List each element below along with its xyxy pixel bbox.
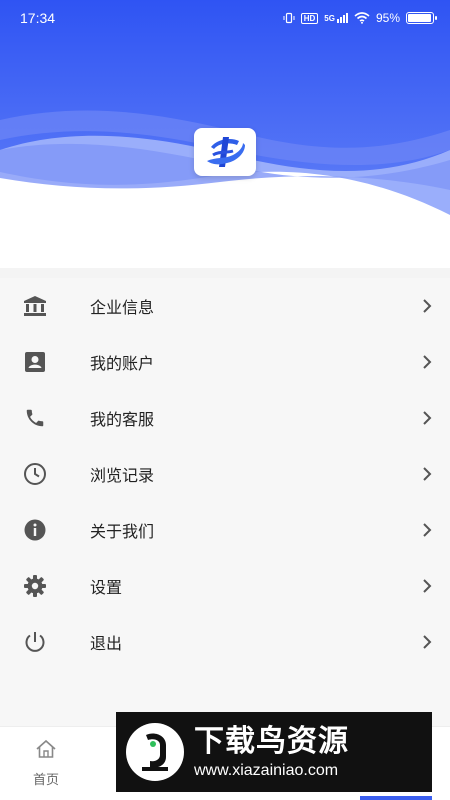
menu-item-label: 设置 — [90, 578, 123, 597]
app-logo-icon — [207, 137, 245, 167]
hd-badge: HD — [300, 12, 319, 24]
app-logo — [194, 128, 256, 176]
signal-icon: 5G — [324, 13, 348, 23]
watermark-url: www.xiazainiao.com — [194, 762, 339, 779]
chevron-right-icon — [420, 299, 434, 313]
bank-icon — [22, 293, 48, 319]
menu-item-customer-service[interactable]: 我的客服 — [0, 390, 450, 446]
clock-icon — [22, 461, 48, 487]
bird-logo-icon — [126, 723, 184, 781]
menu-item-about-us[interactable]: 关于我们 — [0, 502, 450, 558]
status-bar: 17:34 HD 5G 95% — [0, 0, 450, 36]
chevron-right-icon — [420, 523, 434, 537]
nav-active-indicator — [360, 796, 432, 800]
menu-item-label: 我的账户 — [90, 354, 155, 373]
status-icons: HD 5G 95% — [283, 11, 437, 25]
chevron-right-icon — [420, 411, 434, 425]
battery-icon — [406, 12, 437, 24]
watermark-title: 下载鸟资源 — [194, 724, 349, 759]
info-icon — [22, 517, 48, 543]
menu-item-logout[interactable]: 退出 — [0, 614, 450, 670]
battery-percent: 95% — [375, 11, 400, 25]
menu-item-browse-history[interactable]: 浏览记录 — [0, 446, 450, 502]
watermark-banner: 下载鸟资源 www.xiazainiao.com — [116, 712, 432, 792]
settings-menu: 企业信息 我的账户 我的客服 浏览记录 关于我们 设置 退出 — [0, 278, 450, 726]
menu-item-label: 退出 — [90, 634, 123, 653]
chevron-right-icon — [420, 355, 434, 369]
battery-fill — [408, 14, 431, 22]
status-time: 17:34 — [20, 10, 56, 26]
menu-item-settings[interactable]: 设置 — [0, 558, 450, 614]
chevron-right-icon — [420, 635, 434, 649]
account-icon — [22, 349, 48, 375]
home-icon — [36, 739, 56, 758]
menu-item-label: 我的客服 — [90, 410, 155, 429]
watermark-text: 下载鸟资源 www.xiazainiao.com — [194, 724, 349, 780]
menu-item-company-info[interactable]: 企业信息 — [0, 278, 450, 334]
chevron-right-icon — [420, 579, 434, 593]
menu-item-label: 浏览记录 — [90, 466, 155, 485]
menu-item-label: 企业信息 — [90, 298, 155, 317]
nav-tab-home[interactable]: 首页 — [24, 739, 68, 788]
menu-item-my-account[interactable]: 我的账户 — [0, 334, 450, 390]
menu-item-label: 关于我们 — [90, 522, 155, 541]
network-type: 5G — [324, 14, 335, 23]
phone-icon — [22, 405, 48, 431]
vibrate-icon — [283, 12, 295, 24]
profile-header: 17:34 HD 5G 95% — [0, 0, 450, 268]
nav-tab-home-label: 首页 — [32, 773, 59, 788]
chevron-right-icon — [420, 467, 434, 481]
wifi-icon — [354, 12, 370, 24]
power-icon — [22, 629, 48, 655]
gear-icon — [22, 573, 48, 599]
